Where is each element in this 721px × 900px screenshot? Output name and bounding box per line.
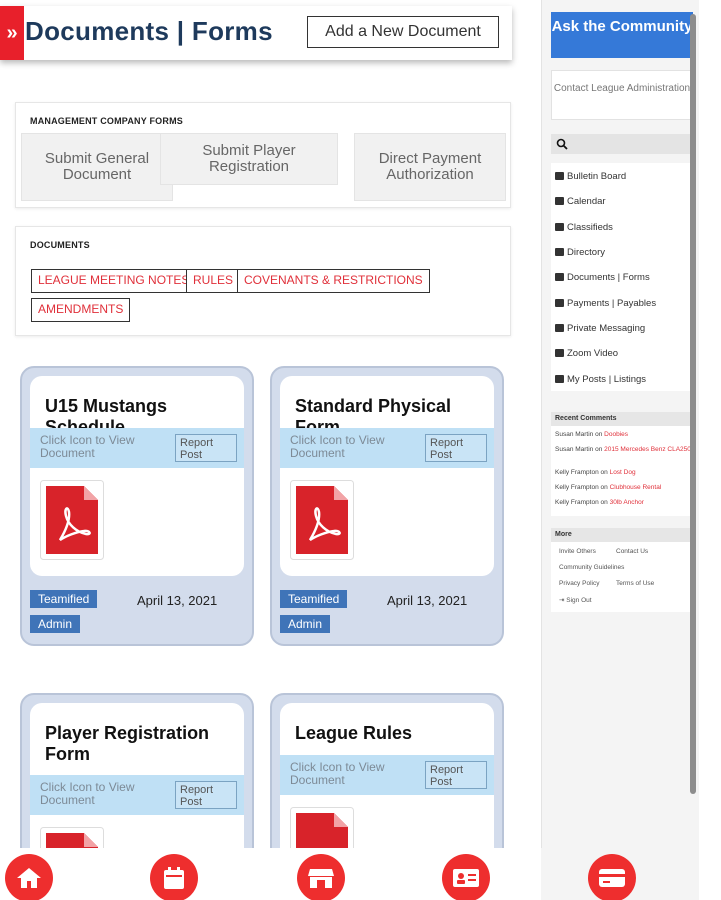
directory-button[interactable] (442, 854, 490, 900)
id-card-icon (453, 869, 479, 887)
sidebar-item-classifieds[interactable]: Classifieds (555, 219, 613, 235)
home-button[interactable] (5, 854, 53, 900)
management-forms-panel: MANAGEMENT COMPANY FORMS Submit General … (15, 102, 511, 208)
community-guidelines-link[interactable]: Community Guidelines (559, 564, 624, 571)
card-view-strip: Click Icon to View Document Report Post (280, 428, 494, 468)
comment-link[interactable]: 30lb Anchor (610, 499, 644, 506)
recent-comments-heading: Recent Comments (551, 412, 693, 426)
more-links: Invite Others Contact Us Community Guide… (551, 542, 693, 612)
store-icon (308, 869, 334, 888)
report-post-button[interactable]: Report Post (175, 781, 237, 809)
sidebar-scrollbar[interactable] (690, 14, 696, 794)
payments-button[interactable] (588, 854, 636, 900)
sidebar-item-private-messaging[interactable]: Private Messaging (555, 320, 645, 336)
tag-league-meeting-notes[interactable]: LEAGUE MEETING NOTES (31, 269, 197, 293)
pdf-icon[interactable] (40, 480, 104, 560)
terms-of-use-link[interactable]: Terms of Use (616, 580, 654, 587)
calendar-icon (555, 197, 564, 205)
ask-community-button[interactable]: Ask the Community (551, 12, 693, 58)
submit-player-registration-button[interactable]: Submit Player Registration (160, 133, 338, 185)
author-badge: Teamified (280, 590, 348, 608)
page-header: » Documents | Forms Add a New Document (0, 6, 512, 60)
contact-league-admin-link[interactable]: Contact League Administration (551, 70, 693, 120)
payment-icon (555, 299, 564, 307)
report-post-button[interactable]: Report Post (425, 434, 487, 462)
sign-out-icon: ⇥ (559, 597, 565, 604)
store-button[interactable] (297, 854, 345, 900)
recent-comments-list: Susan Martin on Doobies Susan Martin on … (551, 426, 693, 516)
comment-item: Kelly Frampton on 30lb Anchor (555, 499, 644, 506)
contact-us-link[interactable]: Contact Us (616, 548, 648, 555)
add-document-button[interactable]: Add a New Document (307, 16, 499, 48)
card-content: U15 Mustangs Schedule Click Icon to View… (30, 376, 244, 576)
direct-payment-authorization-button[interactable]: Direct Payment Authorization (354, 133, 506, 201)
right-sidebar: Ask the Community Contact League Adminis… (541, 0, 699, 900)
comment-link[interactable]: Lost Dog (610, 469, 636, 476)
comment-item: Kelly Frampton on Clubhouse Rental (555, 484, 662, 491)
invite-others-link[interactable]: Invite Others (559, 548, 596, 555)
search-icon (556, 138, 568, 150)
sign-out-link[interactable]: ⇥ Sign Out (559, 596, 592, 604)
posts-icon (555, 375, 564, 383)
comment-link[interactable]: Clubhouse Rental (610, 484, 662, 491)
bulletin-icon (555, 172, 564, 180)
more-heading: More (551, 528, 693, 542)
video-icon (555, 349, 564, 357)
tag-amendments[interactable]: AMENDMENTS (31, 298, 131, 322)
document-card: U15 Mustangs Schedule Click Icon to View… (20, 366, 254, 646)
sidebar-item-directory[interactable]: Directory (555, 244, 605, 260)
tag-rules[interactable]: RULES (186, 269, 241, 293)
page-title: Documents | Forms (25, 16, 273, 46)
card-view-strip: Click Icon to View Document Report Post (30, 428, 244, 468)
documents-panel: DOCUMENTS LEAGUE MEETING NOTES RULES COV… (15, 226, 511, 336)
card-content: Standard Physical Form Click Icon to Vie… (280, 376, 494, 576)
card-title: Player Registration Form (45, 723, 210, 764)
home-icon (17, 868, 41, 888)
submit-general-document-button[interactable]: Submit General Document (21, 133, 173, 201)
role-badge: Admin (280, 615, 331, 633)
classifieds-icon (555, 223, 564, 231)
document-card: Standard Physical Form Click Icon to Vie… (270, 366, 504, 646)
comment-item: Susan Martin on 2015 Mercedes Benz CLA25… (555, 446, 691, 453)
card-view-strip: Click Icon to View Document Report Post (30, 775, 244, 815)
role-badge: Admin (30, 615, 81, 633)
privacy-policy-link[interactable]: Privacy Policy (559, 580, 599, 587)
credit-card-icon (599, 869, 625, 887)
view-hint-text: Click Icon to View Document (40, 780, 135, 807)
card-date: April 13, 2021 (387, 593, 468, 608)
author-badge: Teamified (30, 590, 98, 608)
management-forms-heading: MANAGEMENT COMPANY FORMS (30, 116, 183, 126)
document-icon (555, 273, 564, 281)
documents-heading: DOCUMENTS (30, 240, 90, 250)
card-title: League Rules (295, 723, 413, 743)
sidebar-item-calendar[interactable]: Calendar (555, 193, 606, 209)
comment-link[interactable]: 2015 Mercedes Benz CLA250 (604, 446, 691, 453)
card-date: April 13, 2021 (137, 593, 218, 608)
calendar-button[interactable] (150, 854, 198, 900)
sidebar-item-zoom-video[interactable]: Zoom Video (555, 345, 618, 361)
view-hint-text: Click Icon to View Document (290, 760, 385, 787)
tag-covenants-restrictions[interactable]: COVENANTS & RESTRICTIONS (237, 269, 430, 293)
sidebar-nav: Bulletin Board Calendar Classifieds Dire… (551, 163, 693, 391)
report-post-button[interactable]: Report Post (425, 761, 487, 789)
view-hint-text: Click Icon to View Document (290, 433, 385, 460)
sidebar-item-my-posts[interactable]: My Posts | Listings (555, 371, 646, 387)
messaging-icon (555, 324, 564, 332)
sidebar-search-input[interactable] (551, 134, 693, 154)
view-hint-text: Click Icon to View Document (40, 433, 135, 460)
sidebar-item-payments[interactable]: Payments | Payables (555, 295, 656, 311)
comment-item: Susan Martin on Doobies (555, 431, 629, 438)
comment-item: Kelly Frampton on Lost Dog (555, 469, 636, 476)
comment-link[interactable]: Doobies (604, 431, 628, 438)
report-post-button[interactable]: Report Post (175, 434, 237, 462)
sidebar-item-documents-forms[interactable]: Documents | Forms (555, 269, 650, 285)
pdf-icon[interactable] (290, 480, 354, 560)
calendar-icon (164, 867, 184, 889)
sidebar-item-bulletin-board[interactable]: Bulletin Board (555, 168, 626, 184)
card-view-strip: Click Icon to View Document Report Post (280, 755, 494, 795)
menu-toggle-icon[interactable]: » (0, 6, 24, 60)
directory-icon (555, 248, 564, 256)
